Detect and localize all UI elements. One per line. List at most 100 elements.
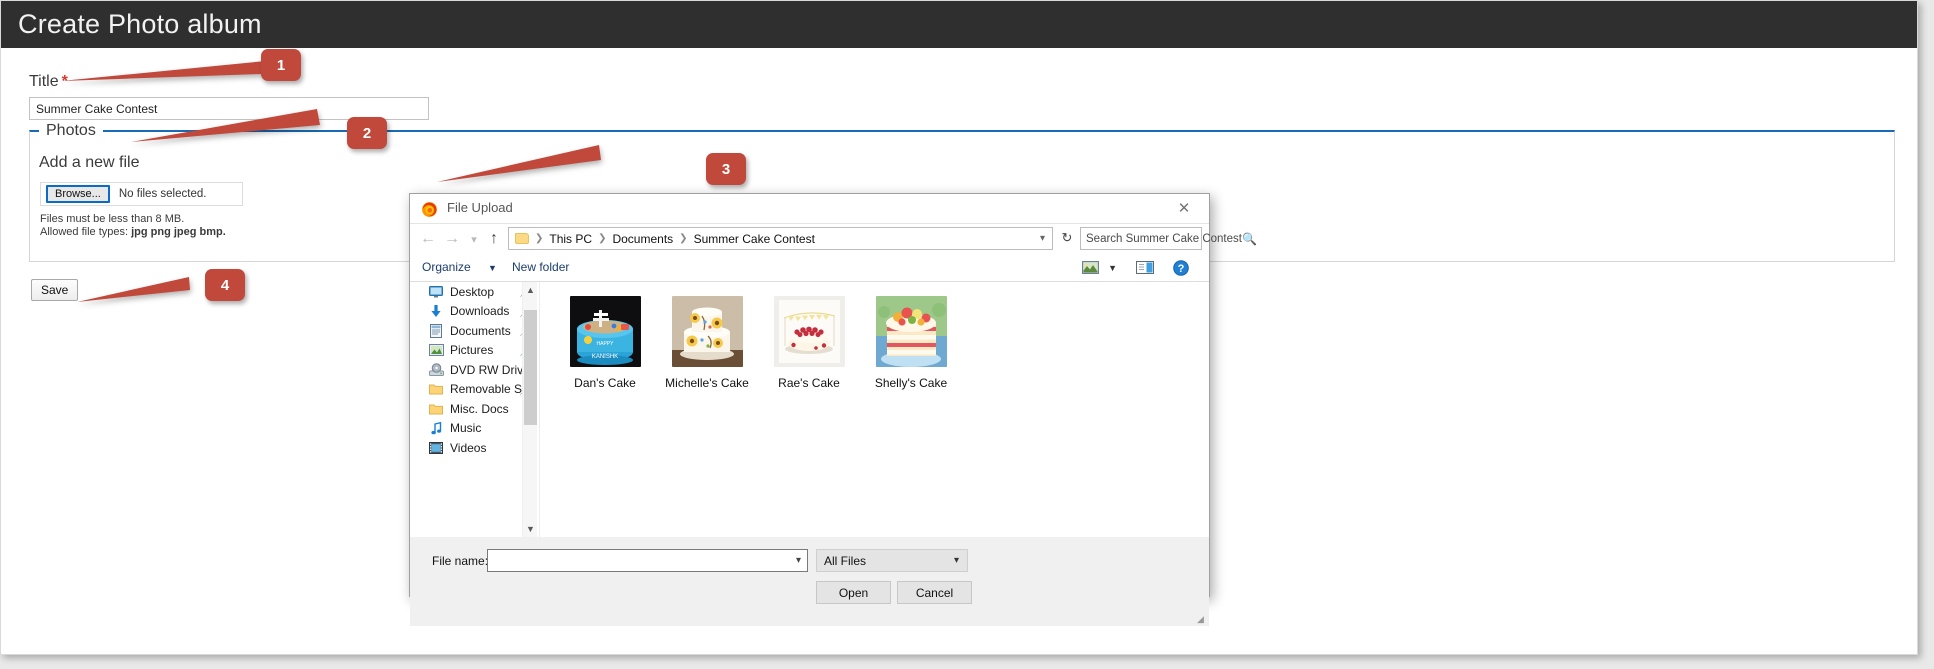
file-thumbnail bbox=[773, 296, 845, 367]
file-type-filter-select[interactable]: All Files ▾ bbox=[816, 549, 968, 572]
address-bar[interactable]: ❯ This PC ❯ Documents ❯ Summer Cake Cont… bbox=[508, 227, 1053, 250]
callout-arrow-2 bbox=[131, 109, 320, 142]
preview-pane-icon[interactable] bbox=[1136, 260, 1154, 275]
file-thumbnail bbox=[671, 296, 743, 367]
new-folder-button[interactable]: New folder bbox=[512, 260, 569, 274]
sidebar-item-downloads[interactable]: Downloads 📌 bbox=[410, 302, 539, 322]
forward-arrow-icon[interactable]: → bbox=[442, 229, 462, 249]
back-arrow-icon[interactable]: ← bbox=[418, 229, 438, 249]
app-header: Create Photo album bbox=[1, 1, 1917, 48]
file-item[interactable]: Shelly's Cake bbox=[860, 296, 962, 390]
callout-badge-2: 2 bbox=[347, 117, 387, 149]
file-type-filter-value: All Files bbox=[824, 553, 867, 568]
dialog-command-bar: Organize ▼ New folder ▼ ? bbox=[410, 255, 1209, 282]
breadcrumb-this-pc[interactable]: This PC bbox=[549, 232, 592, 246]
music-icon bbox=[428, 421, 444, 435]
file-name-label: Rae's Cake bbox=[778, 376, 840, 390]
file-item[interactable]: Michelle's Cake bbox=[656, 296, 758, 390]
breadcrumb-documents[interactable]: Documents bbox=[612, 232, 673, 246]
file-item[interactable]: Rae's Cake bbox=[758, 296, 860, 390]
dialog-titlebar: File Upload ✕ bbox=[410, 194, 1209, 224]
video-icon bbox=[428, 441, 444, 455]
title-label-text: Title bbox=[29, 73, 59, 90]
sidebar-item-dvd-drive[interactable]: DVD RW Drive 📌 bbox=[410, 360, 539, 380]
svg-text:KANISHK: KANISHK bbox=[591, 354, 617, 360]
folder-icon bbox=[428, 402, 444, 416]
file-upload-field[interactable]: Browse... No files selected. bbox=[40, 182, 243, 206]
close-icon[interactable]: ✕ bbox=[1163, 194, 1205, 222]
no-files-selected-text: No files selected. bbox=[118, 188, 207, 200]
file-types-hint-value: jpg png jpeg bmp. bbox=[131, 226, 226, 238]
page-title: Create Photo album bbox=[18, 9, 262, 39]
breadcrumb-separator: ❯ bbox=[598, 233, 607, 244]
sidebar-item-label: Misc. Docs bbox=[450, 401, 509, 416]
breadcrumb-separator: ❯ bbox=[679, 233, 688, 244]
layout-view-icon[interactable] bbox=[1082, 260, 1099, 275]
file-upload-dialog: File Upload ✕ ← → ▾ ↑ ❯ This PC ❯ Docume… bbox=[409, 193, 1257, 626]
file-list: HAPPY KANISHK Dan's Cake Michelle's Cake… bbox=[539, 282, 1209, 537]
search-icon: 🔍 bbox=[1241, 231, 1257, 246]
sidebar-item-pictures[interactable]: Pictures 📌 bbox=[410, 341, 539, 361]
file-types-hint: Allowed file types: jpg png jpeg bmp. bbox=[40, 226, 226, 238]
sidebar-item-label: Removable St bbox=[450, 382, 524, 397]
dialog-footer: File name: ▾ All Files ▾ Open Cancel ◢ bbox=[410, 537, 1209, 626]
chevron-down-icon[interactable]: ▾ bbox=[796, 555, 801, 566]
file-types-hint-prefix: Allowed file types: bbox=[40, 226, 132, 238]
sidebar-item-documents[interactable]: Documents 📌 bbox=[410, 321, 539, 341]
file-item[interactable]: HAPPY KANISHK Dan's Cake bbox=[554, 296, 656, 390]
sidebar-item-label: Videos bbox=[450, 440, 487, 455]
application-window: Create Photo album Title* Photos Add a n… bbox=[0, 0, 1918, 655]
scroll-up-icon[interactable]: ▲ bbox=[523, 282, 538, 298]
sidebar-item-desktop[interactable]: Desktop 📌 bbox=[410, 282, 539, 302]
refresh-icon[interactable]: ↻ bbox=[1058, 229, 1076, 247]
sidebar-item-misc-docs[interactable]: Misc. Docs bbox=[410, 399, 539, 419]
browse-button[interactable]: Browse... bbox=[46, 185, 110, 203]
file-name-label: Dan's Cake bbox=[574, 376, 636, 390]
search-input[interactable]: Search Summer Cake Contest 🔍 bbox=[1080, 227, 1257, 250]
up-arrow-icon[interactable]: ↑ bbox=[484, 229, 504, 249]
sidebar-item-label: Downloads bbox=[450, 304, 510, 319]
help-icon[interactable]: ? bbox=[1173, 260, 1189, 276]
desktop-icon bbox=[428, 285, 444, 299]
folder-icon bbox=[428, 382, 444, 396]
file-name-input[interactable] bbox=[488, 551, 796, 570]
svg-text:?: ? bbox=[1178, 263, 1185, 275]
callout-badge-4: 4 bbox=[205, 269, 245, 301]
chevron-down-icon[interactable]: ▼ bbox=[1108, 263, 1117, 273]
dialog-title: File Upload bbox=[447, 200, 513, 215]
resize-grip-icon[interactable]: ◢ bbox=[1197, 615, 1206, 624]
chevron-down-icon[interactable]: ▾ bbox=[464, 229, 484, 249]
sidebar-item-videos[interactable]: Videos bbox=[410, 438, 539, 458]
folder-icon bbox=[515, 233, 529, 244]
file-name-combobox[interactable]: ▾ bbox=[487, 549, 808, 572]
scroll-down-icon[interactable]: ▼ bbox=[523, 521, 538, 537]
sidebar-item-music[interactable]: Music bbox=[410, 419, 539, 439]
search-placeholder-text: Search Summer Cake Contest bbox=[1086, 232, 1242, 245]
document-icon bbox=[428, 323, 444, 338]
file-size-hint: Files must be less than 8 MB. bbox=[40, 213, 185, 225]
organize-button[interactable]: Organize bbox=[422, 260, 471, 274]
save-button[interactable]: Save bbox=[31, 279, 79, 301]
dvd-drive-icon bbox=[428, 363, 444, 377]
add-file-label: Add a new file bbox=[39, 154, 140, 171]
sidebar-item-removable-storage[interactable]: Removable St 📌 bbox=[410, 380, 539, 400]
callout-arrow-4 bbox=[77, 277, 190, 302]
cancel-button[interactable]: Cancel bbox=[897, 581, 972, 604]
breadcrumb-separator: ❯ bbox=[535, 233, 544, 244]
pictures-icon bbox=[428, 343, 444, 357]
file-name-label: Shelly's Cake bbox=[874, 376, 948, 390]
file-name-label: Michelle's Cake bbox=[665, 376, 749, 390]
sidebar-item-label: Music bbox=[450, 421, 482, 436]
callout-arrow-1 bbox=[61, 59, 289, 81]
open-button[interactable]: Open bbox=[816, 581, 891, 604]
chevron-down-icon[interactable]: ▼ bbox=[488, 263, 497, 273]
sidebar-scrollbar[interactable]: ▲ ▼ bbox=[522, 282, 537, 537]
dialog-body: Desktop 📌 Downloads 📌 bbox=[410, 282, 1209, 537]
breadcrumb-current-folder[interactable]: Summer Cake Contest bbox=[694, 232, 815, 246]
sidebar-item-label: Pictures bbox=[450, 343, 494, 358]
scrollbar-thumb[interactable] bbox=[524, 310, 537, 425]
address-dropdown-icon[interactable]: ▾ bbox=[1040, 233, 1045, 244]
sidebar-item-label: Desktop bbox=[450, 284, 495, 299]
callout-arrow-3 bbox=[437, 145, 601, 182]
file-name-label: File name: bbox=[432, 554, 489, 568]
